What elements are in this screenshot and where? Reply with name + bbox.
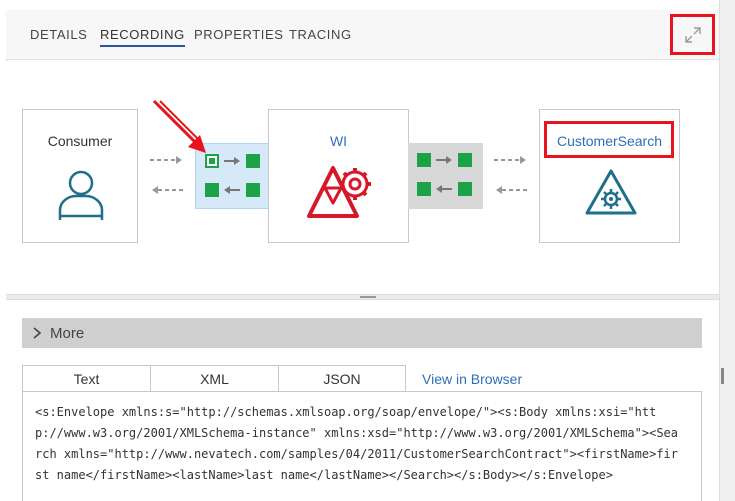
tab-recording[interactable]: RECORDING xyxy=(100,27,185,47)
tab-xml[interactable]: XML xyxy=(150,365,279,392)
tab-details[interactable]: DETAILS xyxy=(30,27,87,42)
more-label: More xyxy=(50,324,85,342)
view-in-browser-link[interactable]: View in Browser xyxy=(422,371,522,387)
response-message[interactable] xyxy=(246,183,260,197)
expand-icon xyxy=(684,26,701,43)
consumer-label: Consumer xyxy=(47,133,113,149)
request-message[interactable] xyxy=(246,154,260,168)
chevron-right-icon xyxy=(33,327,42,339)
outbound-response-message[interactable] xyxy=(458,182,472,196)
arrow-left-icon xyxy=(436,185,452,193)
message-text: <s:Envelope xmlns:s="http://schemas.xmls… xyxy=(35,405,678,482)
more-section-header[interactable]: More xyxy=(22,318,702,348)
service-gear-icon xyxy=(585,169,637,215)
consumer-response-arrow-icon xyxy=(152,186,184,194)
highlight-frame xyxy=(544,121,674,158)
consumer-node[interactable]: Consumer xyxy=(22,109,138,243)
outbound-endpoint[interactable] xyxy=(408,143,483,209)
outbound-request-message[interactable] xyxy=(417,153,431,167)
expand-button[interactable] xyxy=(670,14,715,55)
service-request-arrow-icon xyxy=(494,156,526,164)
wi-label: WI xyxy=(329,133,348,149)
pointer-arrow-icon xyxy=(152,99,206,153)
scrollbar-thumb[interactable] xyxy=(721,368,724,384)
user-icon xyxy=(58,170,104,220)
outbound-response-message[interactable] xyxy=(417,182,431,196)
response-message[interactable] xyxy=(205,183,219,197)
message-text-view[interactable]: <s:Envelope xmlns:s="http://schemas.xmls… xyxy=(22,391,702,501)
outbound-request-message[interactable] xyxy=(458,153,472,167)
tab-json[interactable]: JSON xyxy=(278,365,406,392)
alert-gear-icon xyxy=(307,166,371,218)
arrow-right-icon xyxy=(436,156,452,164)
arrow-right-icon xyxy=(224,157,240,165)
tab-tracing[interactable]: TRACING xyxy=(289,27,352,42)
tab-bar: DETAILS RECORDING PROPERTIES TRACING xyxy=(6,10,719,60)
service-response-arrow-icon xyxy=(496,186,528,194)
tab-text[interactable]: Text xyxy=(22,365,151,392)
splitter-grip[interactable] xyxy=(360,296,376,298)
scrollbar[interactable] xyxy=(719,0,735,501)
wi-node[interactable]: WI xyxy=(268,109,409,243)
arrow-left-icon xyxy=(224,186,240,194)
tab-properties[interactable]: PROPERTIES xyxy=(194,27,284,42)
